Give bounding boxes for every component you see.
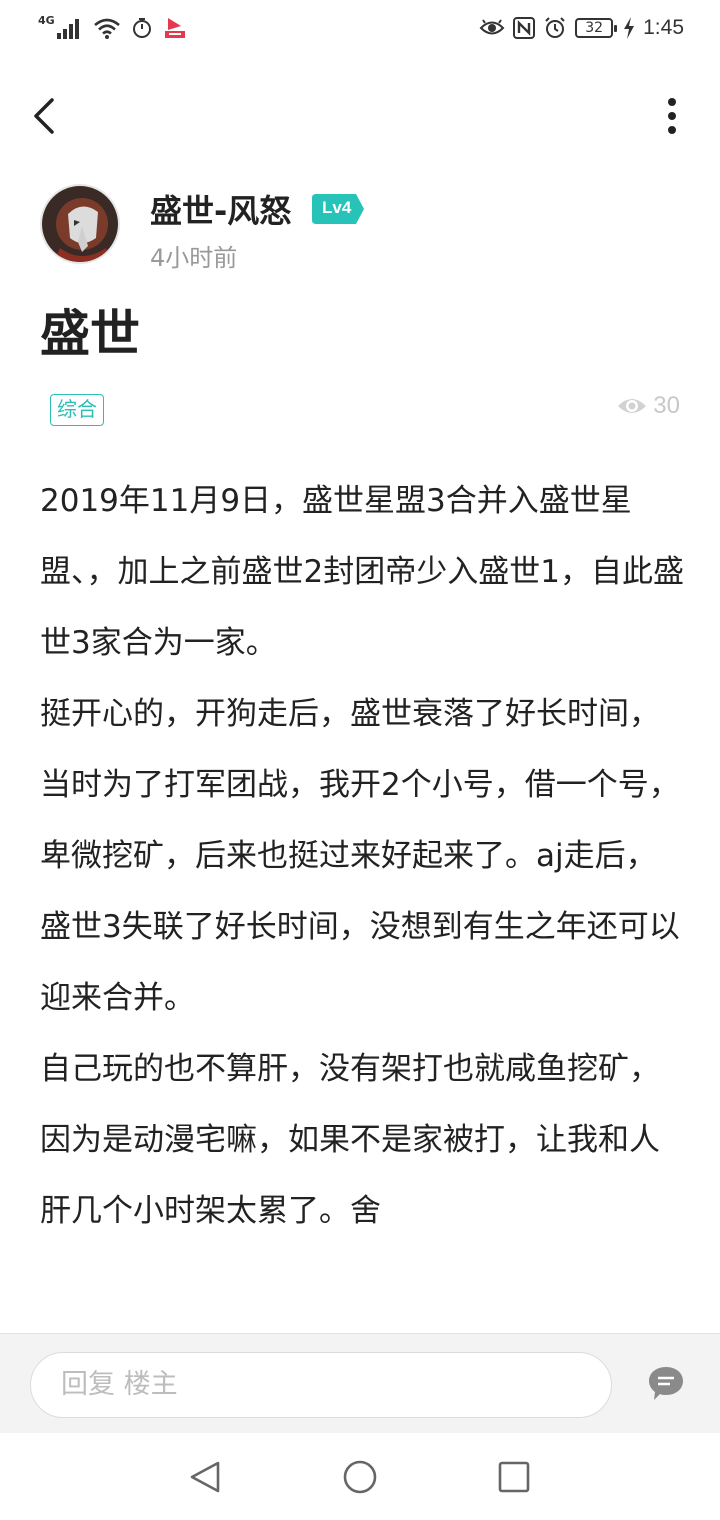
status-right-icons: 32 1:45 <box>479 16 684 40</box>
system-recents-button[interactable] <box>496 1459 532 1495</box>
status-left-icons: 4G <box>38 13 187 40</box>
clock: 1:45 <box>643 16 684 39</box>
eye-comfort-icon <box>479 19 505 35</box>
more-vertical-icon <box>668 98 676 134</box>
category-tag[interactable]: 综合 <box>50 394 104 426</box>
wifi-icon <box>93 18 120 39</box>
circle-home-icon <box>343 1460 377 1494</box>
more-options-button[interactable] <box>660 96 684 136</box>
comment-button[interactable] <box>646 1364 686 1404</box>
battery-indicator: 32 <box>575 18 618 38</box>
alarm-icon <box>545 17 565 38</box>
post-content: 2019年11月9日，盛世星盟3合并入盛世星盟、，加上之前盛世2封团帝少入盛世1… <box>40 466 686 1332</box>
network-type: 4G <box>38 13 55 27</box>
paragraph: 2019年11月9日，盛世星盟3合并入盛世星盟、，加上之前盛世2封团帝少入盛世1… <box>40 483 684 661</box>
back-button[interactable] <box>22 92 66 140</box>
author-avatar[interactable] <box>40 184 120 264</box>
top-nav-bar <box>0 70 720 162</box>
paragraph: 自己玩的也不算肝，没有架打也就咸鱼挖矿，因为是动漫宅嘛，如果不是家被打，让我和人… <box>40 1051 660 1229</box>
view-count-number: 30 <box>653 392 680 419</box>
author-name[interactable]: 盛世-风怒 <box>150 186 291 232</box>
app-notification-icon <box>164 18 185 38</box>
paragraph: 挺开心的，开狗走后，盛世衰落了好长时间，当时为了打军团战，我开2个小号，借一个号… <box>40 696 680 1016</box>
system-back-button[interactable] <box>188 1459 224 1495</box>
view-count: 30 <box>617 392 680 420</box>
reply-bar: 回复 楼主 <box>0 1333 720 1433</box>
avatar-image <box>42 186 118 262</box>
nfc-icon <box>513 17 536 39</box>
eye-icon <box>618 399 647 413</box>
post-title: 盛世 <box>40 305 140 363</box>
status-bar: 4G 32 1:45 <box>0 0 720 62</box>
comment-icon <box>649 1367 683 1400</box>
back-arrow-icon <box>34 98 54 134</box>
level-badge: Lv4 <box>312 194 364 224</box>
signal-icon <box>56 19 79 39</box>
reply-input[interactable]: 回复 楼主 <box>30 1352 612 1418</box>
timer-icon <box>132 18 151 38</box>
level-text: Lv4 <box>322 198 352 217</box>
post-time: 4小时前 <box>150 244 238 272</box>
triangle-back-icon <box>190 1461 220 1493</box>
charging-icon <box>624 17 635 39</box>
system-navigation-bar <box>0 1433 720 1520</box>
square-recents-icon <box>498 1461 530 1493</box>
system-home-button[interactable] <box>342 1459 378 1495</box>
